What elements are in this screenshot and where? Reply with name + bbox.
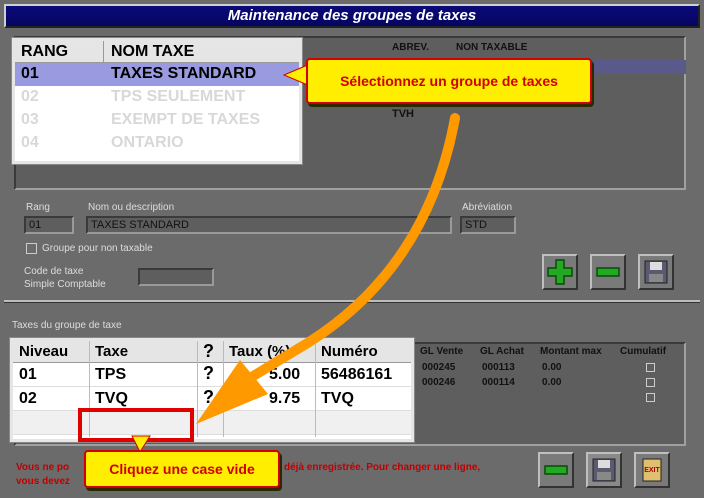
click-empty-cell-callout: Cliquez une case vide	[84, 450, 280, 488]
select-group-callout: Sélectionnez un groupe de taxes	[306, 58, 592, 104]
arrow-shaft	[245, 113, 460, 383]
app-window: Maintenance des groupes de taxes ABREV. …	[0, 0, 704, 498]
